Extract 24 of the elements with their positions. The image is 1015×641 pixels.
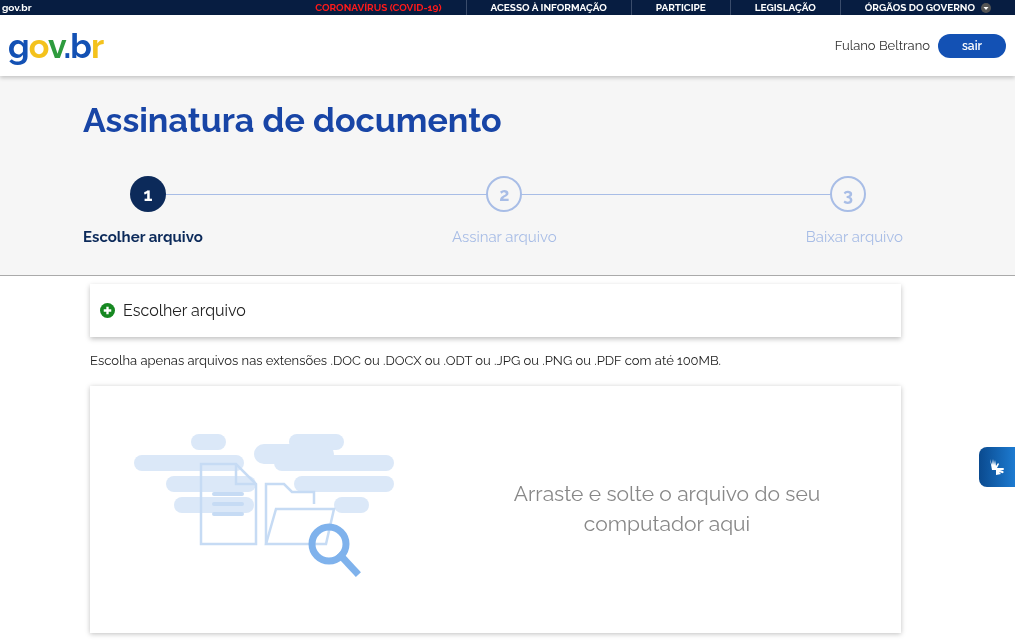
top-link[interactable]: LEGISLAÇÃO xyxy=(754,2,816,13)
hint-text: Escolha apenas arquivos nas extensões .DOC ou .DOCX ou .ODT ou .JPG ou .PNG ou .PDF com até 100MB. xyxy=(90,352,723,370)
user-name: Fulano Beltrano xyxy=(834,36,930,55)
dropzone-text: Arraste e solte o arquivo do seu computador aqui xyxy=(512,480,822,538)
brand-text: gov.br xyxy=(2,2,32,13)
step-label: Baixar arquivo xyxy=(805,227,903,248)
plus-circle-icon xyxy=(100,303,115,318)
top-link[interactable]: ÓRGÃOS DO GOVERNO xyxy=(864,2,975,13)
step-label: Escolher arquivo xyxy=(83,227,203,248)
sign-language-button[interactable] xyxy=(979,447,1015,487)
top-link[interactable]: PARTICIPE xyxy=(655,2,706,13)
panel-label: Escolher arquivo xyxy=(123,299,246,322)
top-link[interactable]: ACESSO À INFORMAÇÃO xyxy=(490,2,607,13)
caret-icon[interactable] xyxy=(981,2,991,13)
govbr-logo[interactable]: gov.br xyxy=(8,28,104,63)
dropzone[interactable]: Arraste e solte o arquivo do seu computador aqui xyxy=(90,385,901,633)
step-number: 2 xyxy=(486,176,523,212)
logout-button[interactable]: sair xyxy=(938,33,1006,58)
top-link[interactable]: CORONAVÍRUS (COVID-19) xyxy=(315,2,442,13)
page-title: Assinatura de documento xyxy=(83,100,503,140)
step-number: 3 xyxy=(830,176,866,212)
choose-file-panel[interactable]: Escolher arquivo xyxy=(90,284,901,337)
step-number: 1 xyxy=(130,176,166,212)
step-label: Assinar arquivo xyxy=(451,227,557,248)
